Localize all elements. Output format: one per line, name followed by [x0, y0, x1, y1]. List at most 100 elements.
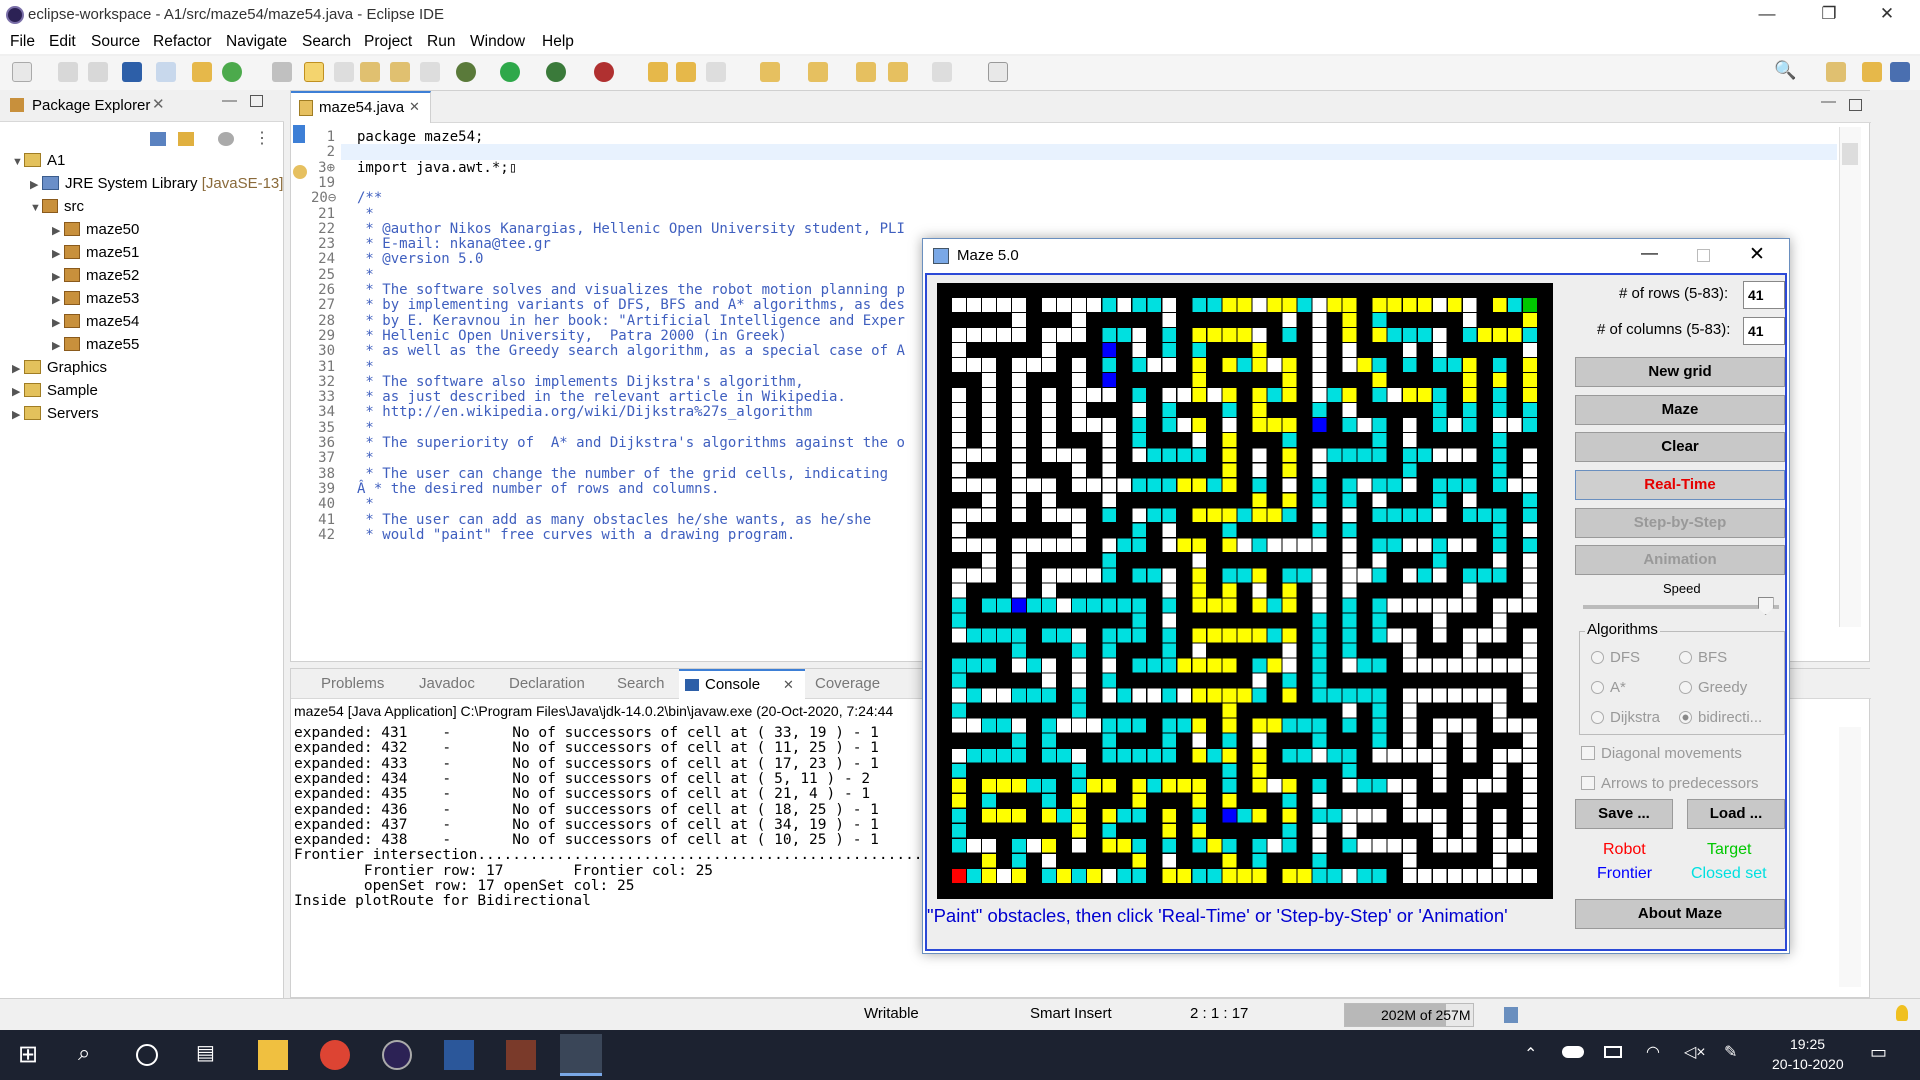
maze-cell[interactable]: [1042, 343, 1056, 357]
maze-cell[interactable]: [1312, 298, 1327, 312]
maze-cell[interactable]: [967, 628, 981, 643]
maze-cell[interactable]: [1207, 688, 1222, 703]
maze-cell[interactable]: [1252, 688, 1267, 703]
maze-cell[interactable]: [1522, 373, 1537, 387]
maze-cell[interactable]: [1522, 313, 1537, 327]
maze-cell[interactable]: [1252, 418, 1267, 433]
maze-cell[interactable]: [1162, 418, 1177, 433]
new-icon[interactable]: [12, 62, 32, 82]
maze-cell[interactable]: [1357, 568, 1372, 583]
maze-cell[interactable]: [1372, 628, 1387, 643]
maze-cell[interactable]: [1432, 298, 1447, 312]
maze-cell[interactable]: [1147, 358, 1162, 372]
maze-cell[interactable]: [1402, 463, 1417, 478]
maze-cell[interactable]: [1462, 568, 1477, 583]
maze-cell[interactable]: [1072, 448, 1087, 463]
maze-cell[interactable]: [1342, 718, 1357, 733]
maze-cell[interactable]: [1372, 418, 1387, 433]
radio-bidirectional[interactable]: bidirecti...: [1679, 709, 1762, 726]
maze-cell[interactable]: [1177, 778, 1192, 793]
maze-cell[interactable]: [1372, 808, 1387, 823]
maze-cell[interactable]: [1072, 643, 1087, 658]
maze-cell[interactable]: [952, 508, 966, 523]
maze-cell[interactable]: [1402, 433, 1417, 448]
maze-cell[interactable]: [1252, 748, 1267, 763]
maze-cell[interactable]: [1042, 778, 1056, 793]
maze-cell[interactable]: [1402, 868, 1417, 883]
maze-cell[interactable]: [1012, 463, 1026, 478]
maze-cell[interactable]: [1087, 778, 1102, 793]
maze-cell[interactable]: [967, 718, 981, 733]
maze-cell[interactable]: [1297, 748, 1312, 763]
maze-cell[interactable]: [967, 358, 981, 372]
columns-spinner[interactable]: 41: [1743, 317, 1785, 345]
maze-cell[interactable]: [1342, 703, 1357, 718]
tree-item-src[interactable]: ▼ src: [30, 198, 84, 215]
maze-cell[interactable]: [1492, 568, 1507, 583]
maze-cell[interactable]: [1342, 328, 1357, 342]
maze-cell[interactable]: [1432, 868, 1447, 883]
maze-cell[interactable]: [1282, 823, 1297, 838]
maze-cell[interactable]: [1282, 868, 1297, 883]
maze-cell[interactable]: [1342, 448, 1357, 463]
maze-cell[interactable]: [1357, 358, 1372, 372]
maze-cell[interactable]: [1132, 418, 1147, 433]
maze-cell[interactable]: [1207, 508, 1222, 523]
maze-cell[interactable]: [1372, 688, 1387, 703]
maze-cell[interactable]: [1042, 793, 1056, 808]
maze-cell[interactable]: [1432, 688, 1447, 703]
maze-cell[interactable]: [1222, 433, 1237, 448]
maze-cell[interactable]: [997, 718, 1011, 733]
maze-cell[interactable]: [1237, 688, 1252, 703]
maze-cell[interactable]: [1192, 643, 1207, 658]
maze-cell[interactable]: [1042, 538, 1056, 553]
maze-cell[interactable]: [1192, 718, 1207, 733]
maze-cell[interactable]: [1087, 478, 1102, 493]
maze-cell[interactable]: [1072, 523, 1087, 538]
maze-cell[interactable]: [952, 388, 966, 402]
maze-cell[interactable]: [1102, 643, 1117, 658]
maze-cell[interactable]: [967, 838, 981, 853]
maze-cell[interactable]: [1012, 838, 1026, 853]
maze-cell[interactable]: [1117, 838, 1132, 853]
maze-cell[interactable]: [1492, 328, 1507, 342]
task-view-icon[interactable]: ▤: [196, 1040, 226, 1070]
maze-cell[interactable]: [1132, 838, 1147, 853]
maze-cell[interactable]: [1012, 403, 1026, 418]
notifications-icon[interactable]: ▭: [1870, 1042, 1887, 1063]
maze-cell[interactable]: [1012, 808, 1026, 823]
maze-cell[interactable]: [1417, 568, 1432, 583]
maximize-view-icon[interactable]: [250, 95, 263, 107]
maze-cell[interactable]: [1012, 553, 1026, 568]
maze-cell[interactable]: [1042, 448, 1056, 463]
maze-cell[interactable]: [1177, 538, 1192, 553]
maze-cell[interactable]: [1192, 448, 1207, 463]
maze-cell[interactable]: [1417, 808, 1432, 823]
maze-cell[interactable]: [1027, 538, 1041, 553]
maze-cell[interactable]: [1522, 748, 1537, 763]
last-edit-icon[interactable]: [856, 62, 876, 82]
maze-cell[interactable]: [1102, 748, 1117, 763]
maze-cell[interactable]: [1357, 868, 1372, 883]
maze-cell[interactable]: [1162, 598, 1177, 613]
maze-cell[interactable]: [1012, 358, 1026, 372]
filter-icon[interactable]: [218, 132, 234, 146]
maze-cell[interactable]: [1372, 778, 1387, 793]
maze-cell[interactable]: [1132, 343, 1147, 357]
maze-cell[interactable]: [982, 358, 996, 372]
maze-cell[interactable]: [982, 628, 996, 643]
maze-cell[interactable]: [1432, 628, 1447, 643]
maze-cell[interactable]: [1522, 343, 1537, 357]
maze-cell[interactable]: [1492, 508, 1507, 523]
maze-cell[interactable]: [952, 433, 966, 448]
maze-cell[interactable]: [1462, 733, 1477, 748]
maze-cell[interactable]: [1252, 358, 1267, 372]
maze-cell[interactable]: [1477, 508, 1492, 523]
maze-cell[interactable]: [1042, 808, 1056, 823]
maze-button[interactable]: Maze: [1575, 395, 1785, 425]
maze-cell[interactable]: [982, 508, 996, 523]
chevron-right-icon[interactable]: ▶: [52, 293, 64, 306]
word-icon[interactable]: [444, 1040, 474, 1070]
maze-cell[interactable]: [1342, 763, 1357, 778]
maze-cell[interactable]: [1162, 508, 1177, 523]
